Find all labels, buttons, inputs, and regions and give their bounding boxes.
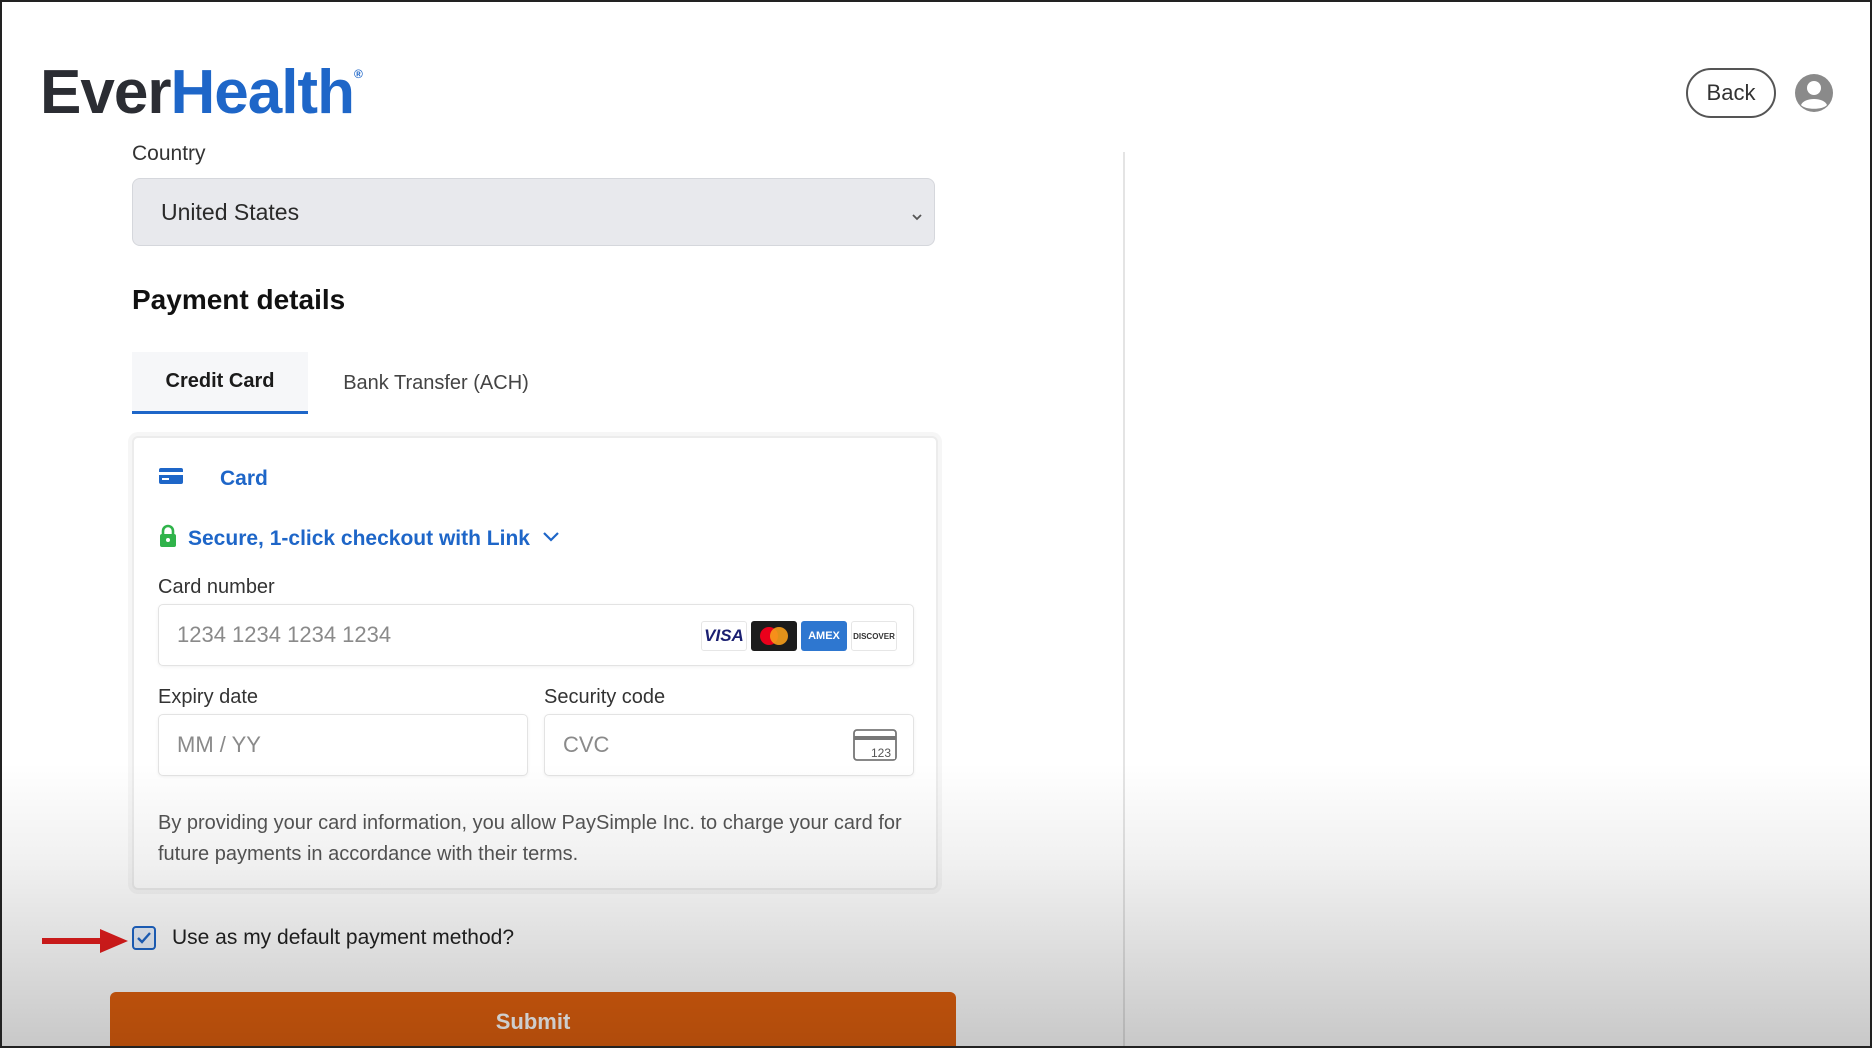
card-number-label: Card number	[158, 576, 275, 598]
security-code-label: Security code	[544, 686, 666, 708]
payment-method-card[interactable]: Card	[158, 466, 268, 491]
default-payment-option[interactable]: Use as my default payment method?	[132, 926, 514, 950]
default-payment-label: Use as my default payment method?	[172, 926, 515, 949]
card-number-field[interactable]: VISA AMEX DISCOVER	[158, 604, 914, 666]
mastercard-logo-icon	[751, 621, 797, 651]
link-checkout-toggle[interactable]: Secure, 1-click checkout with Link	[158, 524, 560, 553]
chevron-down-icon	[542, 530, 560, 548]
country-selected-value: United States	[161, 198, 300, 225]
tab-bank-transfer[interactable]: Bank Transfer (ACH)	[308, 352, 564, 414]
logo-text-health: Health	[170, 58, 354, 127]
tab-credit-card[interactable]: Credit Card	[132, 352, 308, 414]
column-divider	[1123, 152, 1125, 1046]
submit-button[interactable]: Submit	[110, 992, 956, 1046]
logo-text-ever: Ever	[40, 58, 171, 127]
card-number-input[interactable]	[177, 622, 619, 648]
credit-card-icon	[158, 466, 184, 491]
lock-icon	[158, 524, 178, 553]
expiry-date-label: Expiry date	[158, 686, 259, 708]
default-payment-checkbox[interactable]	[132, 926, 156, 950]
chevron-down-icon	[910, 203, 924, 230]
link-checkout-text: Secure, 1-click checkout with Link	[188, 526, 530, 550]
expiry-date-input[interactable]	[177, 732, 387, 758]
discover-logo-icon: DISCOVER	[851, 621, 897, 651]
card-disclaimer: By providing your card information, you …	[158, 812, 902, 865]
payment-method-label: Card	[220, 466, 268, 490]
country-select[interactable]: United States	[132, 178, 935, 246]
cvc-icon-text: 123	[871, 746, 891, 760]
security-code-field[interactable]: 123	[544, 714, 914, 776]
payment-tabs: Credit Card Bank Transfer (ACH)	[132, 352, 562, 414]
registered-mark: ®	[353, 67, 363, 81]
security-code-input[interactable]	[563, 732, 773, 758]
payment-details-heading: Payment details	[132, 284, 346, 315]
cvc-card-icon: 123	[853, 729, 897, 767]
card-payment-panel: Card Secure, 1-click checkout with Link …	[132, 436, 938, 890]
country-label: Country	[132, 142, 206, 165]
everhealth-logo[interactable]: EverHealth®	[40, 62, 363, 124]
expiry-date-field[interactable]	[158, 714, 528, 776]
app-window: EverHealth® Back Country United States P…	[0, 0, 1872, 1048]
amex-logo-icon: AMEX	[801, 621, 847, 651]
red-arrow-annotation-icon	[42, 928, 128, 959]
user-avatar-icon[interactable]	[1794, 73, 1834, 113]
back-button[interactable]: Back	[1686, 68, 1776, 118]
card-brands: VISA AMEX DISCOVER	[701, 621, 897, 651]
visa-logo-icon: VISA	[701, 621, 747, 651]
